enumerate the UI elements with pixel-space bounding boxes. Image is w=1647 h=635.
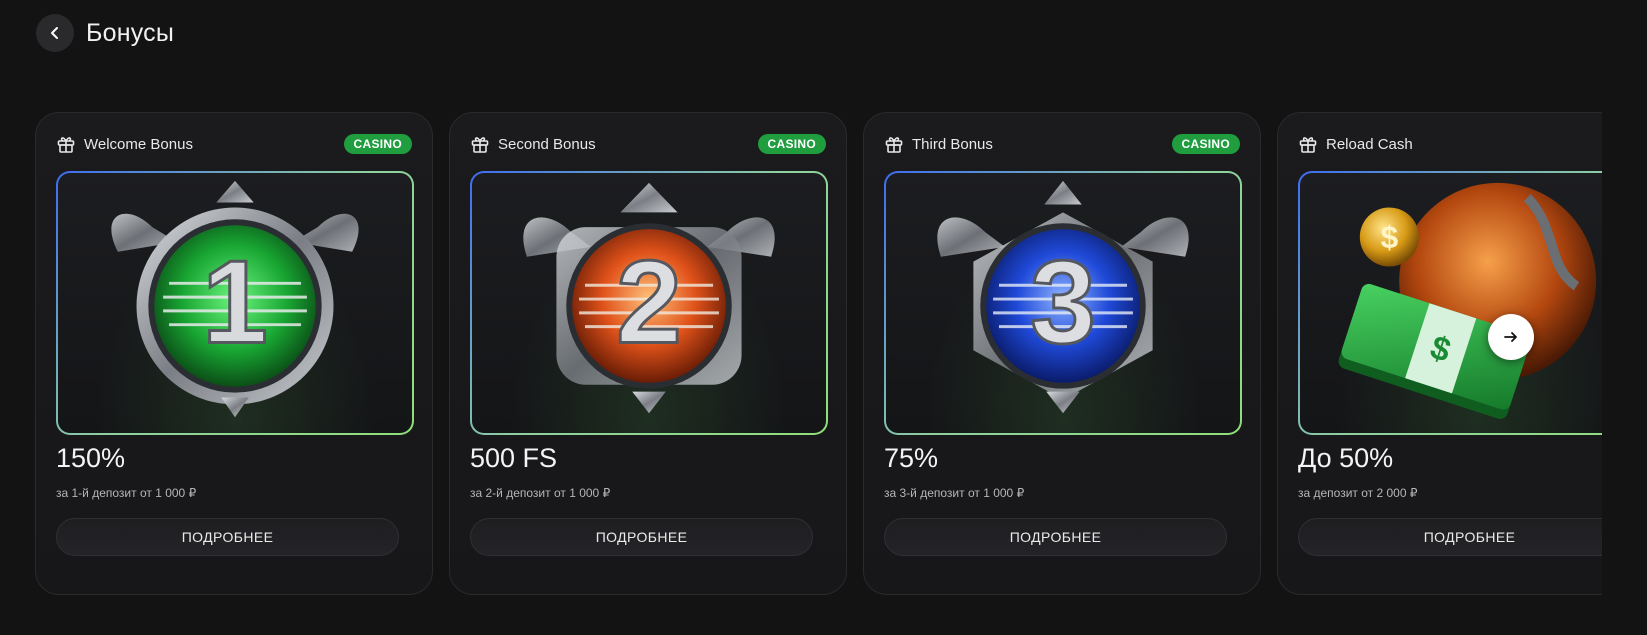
casino-badge: CASINO	[1171, 134, 1240, 154]
bonus-card: Third Bonus CASINO 3 75% за 3-й депозит …	[863, 112, 1261, 595]
details-button[interactable]: ПОДРОБНЕЕ	[56, 518, 399, 556]
arrow-right-icon	[1504, 332, 1517, 342]
bonus-card: Reload Cash $ $ До 50% за депозит от 2 0…	[1277, 112, 1602, 595]
bonus-condition: за 1-й депозит от 1 000 ₽	[56, 486, 197, 500]
medal-number: 1	[202, 236, 268, 368]
bonus-art: 3	[884, 171, 1242, 435]
bonus-condition: за депозит от 2 000 ₽	[1298, 486, 1418, 500]
card-header: Third Bonus CASINO	[884, 131, 1240, 157]
details-button[interactable]: ПОДРОБНЕЕ	[470, 518, 813, 556]
gift-icon	[470, 134, 490, 154]
card-header: Second Bonus CASINO	[470, 131, 826, 157]
gift-icon	[56, 134, 76, 154]
bonus-carousel: Welcome Bonus CASINO 1 150% за 1-й депоз…	[35, 112, 1602, 597]
card-header: Welcome Bonus CASINO	[56, 131, 412, 157]
bonus-name: Second Bonus	[498, 135, 596, 153]
gift-icon	[884, 134, 904, 154]
details-button[interactable]: ПОДРОБНЕЕ	[884, 518, 1227, 556]
bonus-name: Reload Cash	[1326, 135, 1413, 153]
bonus-condition: за 3-й депозит от 1 000 ₽	[884, 486, 1025, 500]
bonus-amount: До 50%	[1298, 443, 1394, 473]
back-button[interactable]	[36, 14, 74, 52]
chevron-left-icon	[51, 27, 58, 39]
cash-icon: $ $	[1338, 182, 1597, 419]
bonus-condition: за 2-й депозит от 1 000 ₽	[470, 486, 611, 500]
casino-badge: CASINO	[757, 134, 826, 154]
details-button[interactable]: ПОДРОБНЕЕ	[1298, 518, 1602, 556]
bonus-track: Welcome Bonus CASINO 1 150% за 1-й депоз…	[35, 112, 1602, 595]
coin-symbol: $	[1381, 219, 1399, 255]
bonus-name: Welcome Bonus	[84, 135, 193, 153]
bonus-art: 2	[470, 171, 828, 435]
page-title: Бонусы	[86, 18, 175, 47]
bonus-amount: 150%	[56, 443, 126, 473]
casino-badge: CASINO	[343, 134, 412, 154]
medal-2-icon: 2	[523, 182, 775, 414]
bonus-art: $ $	[1298, 171, 1602, 435]
bonus-card: Second Bonus CASINO 2 500 FS за 2-й депо…	[449, 112, 847, 595]
carousel-next-button[interactable]	[1488, 314, 1534, 360]
medal-1-icon: 1	[111, 180, 359, 418]
card-header: Reload Cash	[1298, 131, 1602, 157]
header: Бонусы	[36, 13, 174, 53]
medal-number: 2	[616, 236, 682, 368]
bonus-amount: 500 FS	[470, 443, 558, 473]
bonus-art: 1	[56, 171, 414, 435]
gift-icon	[1298, 134, 1318, 154]
bonus-amount: 75%	[884, 443, 939, 473]
medal-3-icon: 3	[937, 180, 1189, 414]
bonus-card: Welcome Bonus CASINO 1 150% за 1-й депоз…	[35, 112, 433, 595]
bonus-name: Third Bonus	[912, 135, 993, 153]
medal-number: 3	[1030, 236, 1096, 368]
